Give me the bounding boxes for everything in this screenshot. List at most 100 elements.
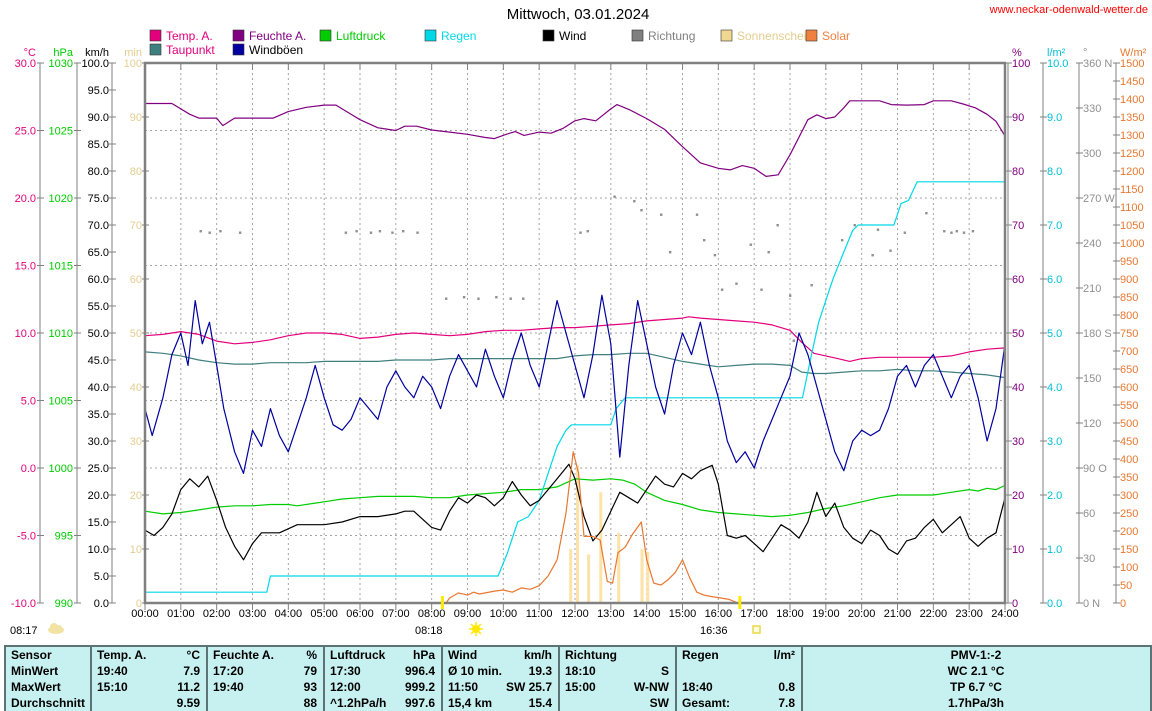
legend-item: Regen [424,29,476,43]
legend-item: Taupunkt [149,43,215,57]
sunshine-bar [617,532,621,603]
x-axis-label: 01:00 [167,608,195,620]
axis-tick-label: 850 [1120,292,1138,304]
plot-area: 00:00 01:00 02:00 03:00 04:00 05:00 06:00 07:00… [131,61,1019,620]
axis-tick-label: 240 [1083,238,1101,250]
axis-tick-label: 80 [1012,166,1024,178]
table-row: 19:40 7.9 [92,663,206,679]
sunshine-bar [569,549,573,603]
axis-tick-label: 100 [124,58,142,70]
table-row: ^1.2hPa/h 997.6 [325,695,441,711]
axis-tick-label: 360 N [1083,58,1112,70]
legend-item: Windböen [232,43,303,57]
axis-tick-label: 1005 [49,396,73,408]
axis-tick-label: 90 [130,112,142,124]
legend-swatch-icon [232,43,245,56]
axis-tick-label: 85.0 [88,139,109,151]
axis-tick-label: 5.0 [1047,328,1062,340]
table-cell: 15:00 [565,680,596,694]
direction-dot [695,213,699,216]
axis-tick-label: 700 [1120,346,1138,358]
axis-tick-label: 250 [1120,508,1138,520]
axis-tick-label: 210 [1083,283,1101,295]
axis-tick-label: 50.0 [88,328,109,340]
axis-tick-label: 60 [130,274,142,286]
table-header-row: Temp. A. °C [92,647,206,663]
weather-dashboard-page: Mittwoch, 03.01.2024 www.neckar-odenwald… [0,0,1152,711]
legend-swatch-icon [631,29,644,42]
axis-tick-label: 330 [1083,103,1101,115]
table-header-row: Regen l/m² [677,647,801,663]
x-axis-label: 00:00 [131,608,159,620]
x-axis-label: 20:00 [848,608,876,620]
legend-item: Solar [805,29,850,43]
axis-tick-label: 1100 [1120,202,1144,214]
axis-tick-label: 60 [1012,274,1024,286]
x-axis-label: 03:00 [239,608,267,620]
axis-tick-label: 30 [130,436,142,448]
table-row-label-column: Sensor MinWert MaxWert Durchschnitt [6,647,92,711]
table-row-label-text: Durchschnitt [11,696,86,710]
table-cell: 15.4 [528,696,552,710]
axis-tick-label: 350 [1120,472,1138,484]
axis-tick-label: 80 [130,166,142,178]
axis-tick-label: 4.0 [1047,382,1062,394]
table-row: WC 2.1 °C [803,663,1150,679]
axis-tick-label: 65.0 [88,247,109,259]
table-row: 15:00 W-NW [560,679,675,695]
direction-dot [789,294,792,297]
table-row-label: MinWert [6,663,90,679]
axis-tick-label: 0.0 [94,598,109,610]
x-axis-label: 12:00 [561,608,589,620]
weather-chart: Mittwoch, 03.01.2024 www.neckar-odenwald… [10,4,1148,637]
axis-unit-label: hPa [53,47,73,59]
table-row: SW [560,695,675,711]
website-link[interactable]: www.neckar-odenwald-wetter.de [989,4,1148,16]
axis-tick-label: 200 [1120,526,1138,538]
axis-tick-label: 0.0 [1047,598,1062,610]
direction-dot [767,251,770,254]
axis-tick-label: 40 [1012,382,1024,394]
legend-swatch-icon [149,29,162,42]
direction-dot [477,297,480,300]
axis-tick-label: 1400 [1120,94,1144,106]
axis-tick-label: 995 [55,531,73,543]
table-column-name: Temp. A. [97,648,147,662]
table-row: 17:30 996.4 [325,663,441,679]
table-row: 9.59 [92,695,206,711]
table-column-name: Feuchte A. [213,648,274,662]
table-row-label: Sensor [6,647,90,663]
direction-dot [462,296,466,299]
table-row: 88 [208,695,323,711]
sun-time-tick [738,596,742,609]
table-column: Wind km/h Ø 10 min. 19.3 11:50 SW 25.7 15,4 km… [443,647,560,711]
axis-tick-label: 800 [1120,310,1138,322]
x-axis-label: 08:00 [418,608,446,620]
axis-tick-label: 3.0 [1047,436,1062,448]
table-cell: 11:50 [448,680,479,694]
axis-tick-label: 10.0 [88,544,109,556]
axis-tick-label: 900 [1120,274,1138,286]
axis-tick-label: 25.0 [88,463,109,475]
table-cell: 88 [303,696,317,710]
axis-tick-label: 100 [1012,58,1030,70]
direction-dot [586,230,589,233]
legend-label: Regen [441,29,476,43]
axis-tick-label: 10 [130,544,142,556]
x-axis-label: 04:00 [275,608,303,620]
direction-dot [713,254,717,257]
axis-tick-label: 0.0 [21,463,36,475]
direction-dot [950,231,953,234]
axis-tick-label: 20 [1012,490,1024,502]
table-cell: SW 25.7 [505,680,552,694]
table-cell: 11.2 [177,680,200,694]
axis-tick-label: -10.0 [11,598,36,610]
table-row: 17:20 79 [208,663,323,679]
direction-dot [579,231,582,234]
table-header-row: Feuchte A.% [208,647,323,663]
direction-dot [369,231,373,234]
axis-tick-label: 600 [1120,382,1138,394]
table-column-unit: °C [186,648,200,662]
table-column-unit: % [306,648,317,662]
direction-dot [219,230,222,233]
